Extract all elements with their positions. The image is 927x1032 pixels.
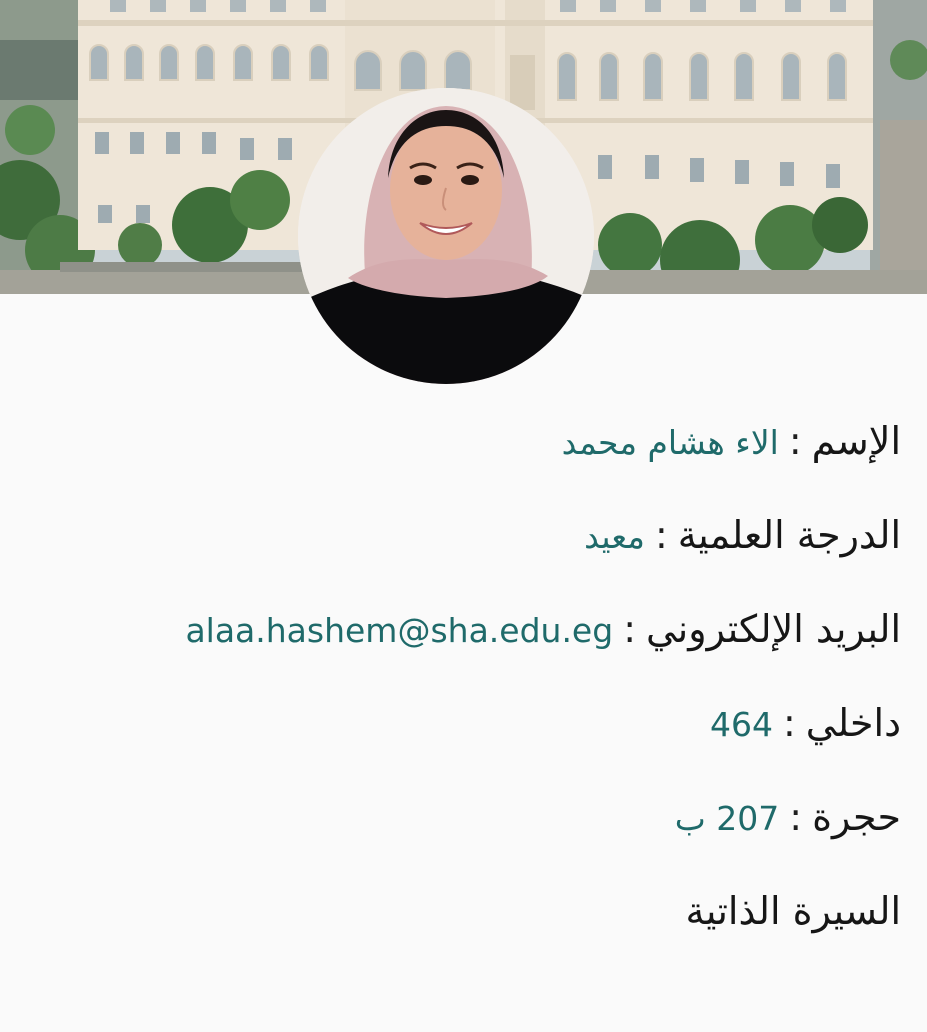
extension-row: داخلي:464	[21, 694, 901, 788]
email-row: البريد الإلكتروني:alaa.hashem@sha.edu.eg	[21, 600, 901, 694]
extension-separator: :	[782, 701, 796, 745]
degree-row: الدرجة العلمية:معيد	[21, 506, 901, 600]
room-row: حجرة:207 ب	[21, 788, 901, 882]
extension-label: داخلي	[805, 701, 901, 745]
room-separator: :	[789, 795, 803, 839]
profile-page: الإسم:الاء هشام محمد الدرجة العلمية:معيد…	[0, 0, 927, 1032]
avatar	[298, 88, 594, 384]
name-row: الإسم:الاء هشام محمد	[21, 412, 901, 506]
cv-row: السيرة الذاتية	[21, 882, 901, 976]
cv-link[interactable]: السيرة الذاتية	[685, 882, 901, 940]
name-label: الإسم	[811, 419, 901, 463]
email-separator: :	[623, 607, 636, 651]
degree-value: معيد	[584, 517, 645, 556]
name-separator: :	[788, 419, 802, 463]
email-value[interactable]: alaa.hashem@sha.edu.eg	[185, 602, 613, 660]
room-label: حجرة	[812, 795, 901, 839]
degree-separator: :	[654, 513, 668, 557]
name-value: الاء هشام محمد	[561, 423, 779, 462]
room-value: 207 ب	[674, 799, 780, 838]
profile-info: الإسم:الاء هشام محمد الدرجة العلمية:معيد…	[21, 412, 901, 976]
extension-value: 464	[709, 705, 773, 744]
email-label: البريد الإلكتروني	[646, 607, 901, 651]
degree-label: الدرجة العلمية	[677, 513, 901, 557]
